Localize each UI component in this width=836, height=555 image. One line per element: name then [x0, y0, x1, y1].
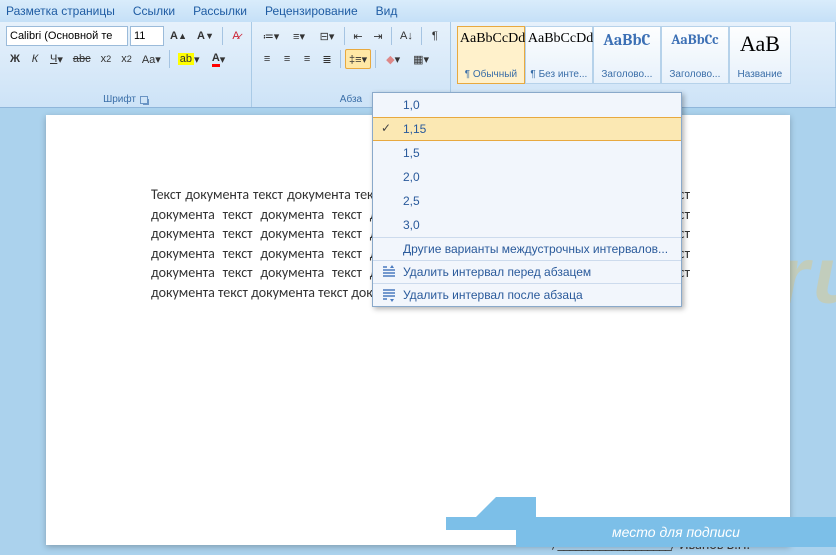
callout-arrow — [474, 497, 536, 519]
justify-button[interactable]: ≣ — [318, 49, 336, 69]
style-heading2[interactable]: AaBbCc Заголово... — [661, 26, 729, 84]
paragraph-group-label: Абза — [340, 94, 362, 105]
font-group: A▲ A▼ A̷ Ж К Ч ▾ abc x2 x2 Aa▾ ab▾ A▾ Шр… — [0, 22, 252, 107]
ribbon-tabs: Разметка страницы Ссылки Рассылки Реценз… — [0, 0, 836, 22]
font-group-label: Шрифт — [103, 94, 136, 105]
strikethrough-button[interactable]: abc — [69, 49, 95, 69]
tab-mailings[interactable]: Рассылки — [193, 4, 247, 18]
decrease-indent-button[interactable]: ⇤ — [349, 26, 367, 46]
tab-page-layout[interactable]: Разметка страницы — [6, 4, 115, 18]
separator — [375, 50, 376, 68]
spacing-more-options[interactable]: Другие варианты междустрочных интервалов… — [373, 237, 681, 260]
highlight-button[interactable]: ab▾ — [174, 49, 204, 69]
align-left-button[interactable]: ≡ — [258, 49, 276, 69]
style-label: Заголово... — [664, 69, 726, 80]
signature-callout: место для подписи — [516, 517, 836, 547]
font-size-select[interactable] — [130, 26, 164, 46]
align-center-button[interactable]: ≡ — [278, 49, 296, 69]
italic-button[interactable]: К — [26, 49, 44, 69]
style-preview: АаВ — [732, 31, 788, 57]
show-marks-button[interactable]: ¶ — [426, 26, 444, 46]
increase-indent-button[interactable]: ⇥ — [369, 26, 387, 46]
superscript-button[interactable]: x2 — [117, 49, 136, 69]
sort-button[interactable]: A↓ — [396, 26, 417, 46]
remove-before-label: Удалить интервал перед абзацем — [403, 265, 591, 279]
style-label: Заголово... — [596, 69, 658, 80]
underline-button[interactable]: Ч ▾ — [46, 49, 67, 69]
separator — [391, 27, 392, 45]
bullets-button[interactable]: ≔▾ — [258, 26, 284, 46]
style-label: ¶ Без инте... — [528, 69, 590, 80]
separator — [421, 27, 422, 45]
remove-space-after[interactable]: Удалить интервал после абзаца — [373, 283, 681, 306]
remove-space-before[interactable]: Удалить интервал перед абзацем — [373, 260, 681, 283]
style-label: Название — [732, 69, 788, 80]
spacing-option-3.0[interactable]: 3,0 — [373, 213, 681, 237]
font-dialog-launcher-icon[interactable] — [140, 96, 148, 104]
callout-text: место для подписи — [612, 524, 740, 540]
shading-button[interactable]: ◆▾ — [380, 49, 406, 69]
line-spacing-button[interactable]: ‡≡▾ — [345, 49, 371, 69]
style-normal[interactable]: AaBbCcDd ¶ Обычный — [457, 26, 525, 84]
borders-button[interactable]: ▦▾ — [408, 49, 434, 69]
align-right-button[interactable]: ≡ — [298, 49, 316, 69]
separator — [169, 50, 170, 68]
font-family-select[interactable] — [6, 26, 128, 46]
shrink-font-button[interactable]: A▼ — [193, 26, 218, 46]
spacing-more-label: Другие варианты междустрочных интервалов… — [403, 242, 668, 256]
numbering-button[interactable]: ≡▾ — [286, 26, 312, 46]
grow-font-button[interactable]: A▲ — [166, 26, 191, 46]
line-spacing-menu: 1,0 1,15 1,5 2,0 2,5 3,0 Другие варианты… — [372, 92, 682, 307]
spacing-option-1.0[interactable]: 1,0 — [373, 93, 681, 117]
change-case-button[interactable]: Aa▾ — [138, 49, 165, 69]
spacing-option-2.5[interactable]: 2,5 — [373, 189, 681, 213]
subscript-button[interactable]: x2 — [97, 49, 116, 69]
style-preview: AaBbCcDd — [528, 31, 590, 47]
style-title[interactable]: АаВ Название — [729, 26, 791, 84]
clear-formatting-button[interactable]: A̷ — [227, 26, 245, 46]
spacing-option-1.15[interactable]: 1,15 — [373, 117, 681, 141]
separator — [222, 27, 223, 45]
spacing-option-1.5[interactable]: 1,5 — [373, 141, 681, 165]
tab-review[interactable]: Рецензирование — [265, 4, 358, 18]
bold-button[interactable]: Ж — [6, 49, 24, 69]
style-label: ¶ Обычный — [460, 69, 522, 80]
tab-references[interactable]: Ссылки — [133, 4, 175, 18]
style-no-spacing[interactable]: AaBbCcDd ¶ Без инте... — [525, 26, 593, 84]
style-preview: AaBbCcDd — [460, 31, 522, 47]
font-color-button[interactable]: A▾ — [206, 49, 232, 69]
spacing-option-2.0[interactable]: 2,0 — [373, 165, 681, 189]
separator — [340, 50, 341, 68]
remove-before-icon — [381, 265, 397, 279]
separator — [344, 27, 345, 45]
multilevel-list-button[interactable]: ⊟▾ — [314, 26, 340, 46]
remove-after-icon — [381, 288, 397, 302]
tab-view[interactable]: Вид — [376, 4, 398, 18]
spacing-options-icon — [381, 242, 397, 256]
remove-after-label: Удалить интервал после абзаца — [403, 288, 583, 302]
style-heading1[interactable]: AaBbC Заголово... — [593, 26, 661, 84]
style-preview: AaBbCc — [664, 31, 726, 48]
style-preview: AaBbC — [596, 31, 658, 49]
